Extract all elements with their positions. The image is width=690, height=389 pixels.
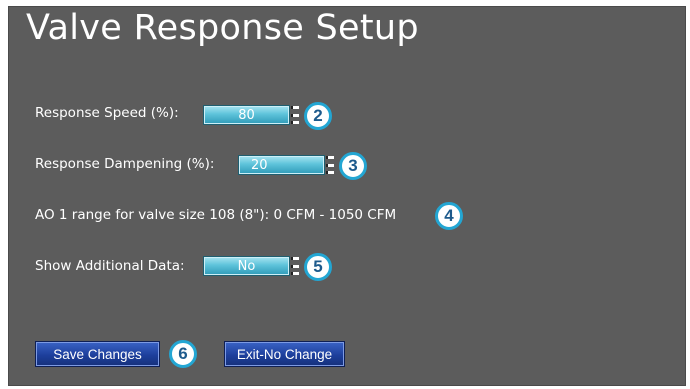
response-dampening-label: Response Dampening (%): [35, 156, 215, 172]
callout-badge-4: 4 [435, 202, 463, 230]
callout-badge-2: 2 [304, 102, 332, 130]
response-speed-label: Response Speed (%): [35, 105, 179, 121]
callout-badge-3: 3 [339, 152, 367, 180]
additional-data-label: Show Additional Data: [35, 258, 185, 274]
exit-no-change-button[interactable]: Exit-No Change [224, 341, 345, 367]
response-dampening-spinner[interactable] [326, 155, 334, 175]
additional-data-spinner[interactable] [291, 256, 299, 276]
ao-range-text: AO 1 range for valve size 108 (8"): 0 CF… [35, 207, 397, 223]
save-changes-button[interactable]: Save Changes [35, 341, 160, 367]
callout-badge-6: 6 [169, 340, 197, 368]
response-dampening-field[interactable]: 20 [238, 155, 325, 175]
response-speed-field[interactable]: 80 [203, 105, 290, 125]
page-title: Valve Response Setup [26, 8, 419, 48]
callout-badge-5: 5 [304, 253, 332, 281]
setup-panel [8, 6, 686, 386]
additional-data-field[interactable]: No [203, 256, 290, 276]
response-speed-spinner[interactable] [291, 105, 299, 125]
